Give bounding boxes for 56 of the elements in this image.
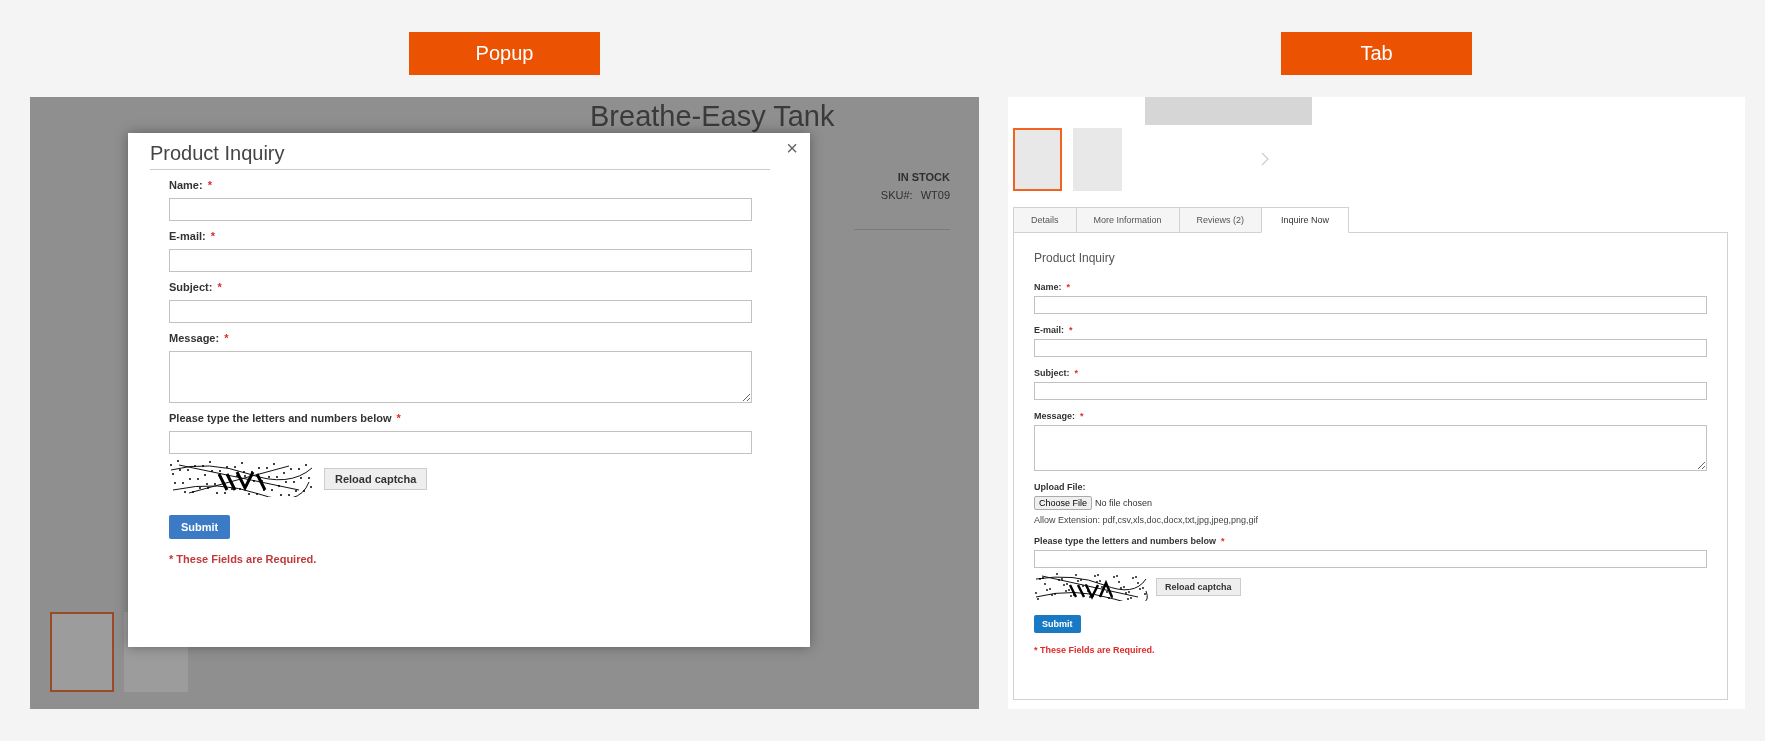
field-label: Please type the letters and numbers below: [1034, 535, 1217, 546]
required-note: * These Fields are Required.: [169, 553, 317, 565]
required-mark: *: [224, 332, 229, 344]
field-label: E-mail:: [1034, 324, 1064, 335]
field-label: Upload File:: [1034, 481, 1086, 492]
stock-status: IN STOCK: [897, 171, 950, 183]
required-mark: *: [1074, 367, 1079, 378]
input-field[interactable]: [169, 198, 752, 221]
required-mark: *: [1069, 324, 1073, 335]
tab[interactable]: Inquire Now: [1261, 206, 1350, 233]
input-field[interactable]: [169, 249, 752, 272]
message-field[interactable]: [169, 351, 752, 403]
field-label: Please type the letters and numbers below: [169, 412, 392, 424]
field-label: Subject:: [169, 281, 213, 293]
tab[interactable]: Details: [1013, 206, 1077, 233]
field-label: Name:: [169, 179, 203, 191]
sku-label: SKU#:: [880, 189, 913, 201]
photo-placeholder[interactable]: [50, 612, 114, 692]
required-note: * These Fields are Required.: [1034, 644, 1155, 655]
required-mark: *: [396, 412, 401, 424]
required-mark: *: [217, 281, 222, 293]
input-field[interactable]: [1034, 338, 1707, 357]
chevron-right-icon[interactable]: [1261, 152, 1269, 167]
required-mark: *: [1080, 410, 1084, 421]
field-label: Subject:: [1034, 367, 1070, 378]
close-button[interactable]: ×: [782, 137, 802, 160]
message-field[interactable]: [1034, 424, 1707, 471]
required-mark: *: [207, 179, 212, 191]
input-field[interactable]: [169, 431, 752, 454]
reload-captcha-button[interactable]: Reload captcha: [324, 467, 428, 490]
submit-button[interactable]: Submit: [169, 515, 231, 539]
choose-file-button[interactable]: Choose File: [1034, 495, 1093, 510]
modal-title: Product Inquiry: [150, 142, 770, 170]
input-field[interactable]: [1034, 549, 1707, 568]
input-field[interactable]: [1034, 295, 1707, 314]
demo-label: Popup: [409, 32, 600, 75]
input-field[interactable]: [169, 300, 752, 323]
field-label: E-mail:: [169, 230, 206, 242]
demo-label: Tab: [1281, 32, 1472, 75]
sku-value: WT09: [920, 189, 950, 201]
reload-captcha-button[interactable]: Reload captcha: [1156, 577, 1241, 596]
required-mark: *: [1066, 281, 1071, 292]
field-label: Message:: [1034, 410, 1076, 421]
field-label: Message:: [169, 332, 220, 344]
file-status: No file chosen: [1095, 497, 1153, 508]
field-label: Name:: [1034, 281, 1062, 292]
required-mark: *: [210, 230, 215, 242]
tab[interactable]: More Information: [1075, 206, 1180, 233]
submit-button[interactable]: Submit: [1034, 614, 1081, 633]
tab[interactable]: Reviews (2): [1178, 206, 1263, 233]
form-heading: Product Inquiry: [1034, 250, 1115, 265]
extension-hint: Allow Extension: pdf,csv,xls,doc,docx,txt,jpg,jpeg,png,gif: [1034, 514, 1258, 525]
input-field[interactable]: [1034, 381, 1707, 400]
required-mark: *: [1221, 535, 1225, 546]
photo-placeholder[interactable]: [1013, 127, 1062, 191]
product-title: Breathe-Easy Tank: [590, 100, 835, 133]
